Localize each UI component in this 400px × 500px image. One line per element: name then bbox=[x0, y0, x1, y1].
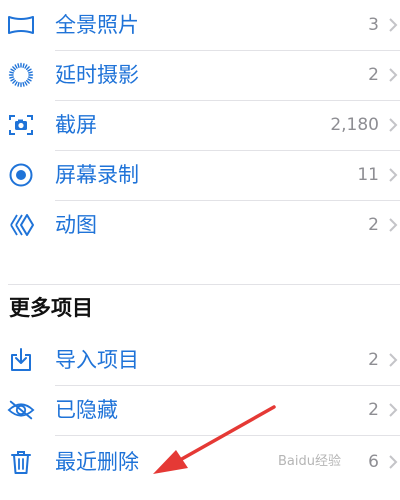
timelapse-tick bbox=[22, 82, 25, 87]
list-item-count: 2 bbox=[368, 215, 379, 235]
list-item-count: 2 bbox=[368, 65, 379, 85]
screenshot-icon bbox=[7, 112, 35, 138]
timelapse-tick bbox=[25, 66, 30, 71]
timelapse-tick bbox=[9, 71, 14, 74]
timelapse-tick bbox=[17, 82, 20, 87]
chevron-right-icon bbox=[389, 118, 398, 132]
list-item-count: 3 bbox=[368, 15, 379, 35]
timelapse-tick bbox=[10, 78, 15, 82]
watermark: Baidu经验 bbox=[278, 454, 341, 469]
section-title-more-items: 更多项目 bbox=[9, 296, 93, 320]
timelapse-tick bbox=[25, 79, 30, 84]
list-item-animated[interactable]: 动图 2 bbox=[0, 200, 400, 250]
timelapse-tick bbox=[24, 81, 28, 86]
timelapse-tick bbox=[27, 68, 32, 72]
list-item-screenshots[interactable]: 截屏 2,180 bbox=[0, 100, 400, 150]
list-item-label: 动图 bbox=[55, 213, 97, 237]
timelapse-tick bbox=[24, 64, 28, 69]
list-item-label: 最近删除 bbox=[55, 450, 139, 474]
section-divider bbox=[8, 284, 400, 285]
list-item-label: 截屏 bbox=[55, 113, 97, 137]
timelapse-tick bbox=[14, 64, 18, 69]
list-item-hidden[interactable]: 已隐藏 2 bbox=[0, 385, 400, 435]
list-item-label: 屏幕录制 bbox=[55, 163, 139, 187]
list-item-count: 2 bbox=[368, 350, 379, 370]
animated-icon bbox=[7, 212, 35, 238]
chevron-right-icon bbox=[389, 353, 398, 367]
list-item-timelapse[interactable]: 延时摄影 2 bbox=[0, 50, 400, 100]
chevron-right-icon bbox=[389, 168, 398, 182]
timelapse-tick bbox=[17, 63, 20, 68]
panorama-icon bbox=[7, 12, 35, 38]
trash-icon bbox=[7, 449, 35, 475]
list-item-count: 2,180 bbox=[330, 115, 379, 135]
list-item-imports[interactable]: 导入项目 2 bbox=[0, 335, 400, 385]
timelapse-tick bbox=[9, 76, 14, 79]
list-item-screen-recordings[interactable]: 屏幕录制 11 bbox=[0, 150, 400, 200]
list-item-panorama[interactable]: 全景照片 3 bbox=[0, 0, 400, 50]
screen-recording-icon bbox=[7, 162, 35, 188]
timelapse-tick bbox=[12, 66, 17, 71]
list-item-label: 延时摄影 bbox=[55, 63, 139, 87]
chevron-right-icon bbox=[389, 18, 398, 32]
timelapse-tick bbox=[12, 79, 17, 84]
list-item-count: 2 bbox=[368, 400, 379, 420]
timelapse-tick bbox=[14, 81, 18, 86]
chevron-right-icon bbox=[389, 403, 398, 417]
timelapse-tick bbox=[27, 78, 32, 82]
chevron-right-icon bbox=[389, 455, 398, 469]
list-item-count: 6 bbox=[368, 452, 379, 472]
list-item-label: 已隐藏 bbox=[55, 398, 118, 422]
timelapse-icon bbox=[7, 62, 35, 88]
separator bbox=[55, 435, 400, 436]
list-item-label: 导入项目 bbox=[55, 348, 139, 372]
chevron-right-icon bbox=[389, 68, 398, 82]
import-icon bbox=[7, 347, 35, 373]
timelapse-tick bbox=[22, 63, 25, 68]
list-item-count: 11 bbox=[357, 165, 379, 185]
timelapse-tick bbox=[10, 68, 15, 72]
timelapse-tick bbox=[28, 76, 33, 79]
timelapse-tick bbox=[28, 71, 33, 74]
hidden-eye-icon bbox=[7, 397, 35, 423]
list-item-label: 全景照片 bbox=[55, 13, 139, 37]
chevron-right-icon bbox=[389, 218, 398, 232]
